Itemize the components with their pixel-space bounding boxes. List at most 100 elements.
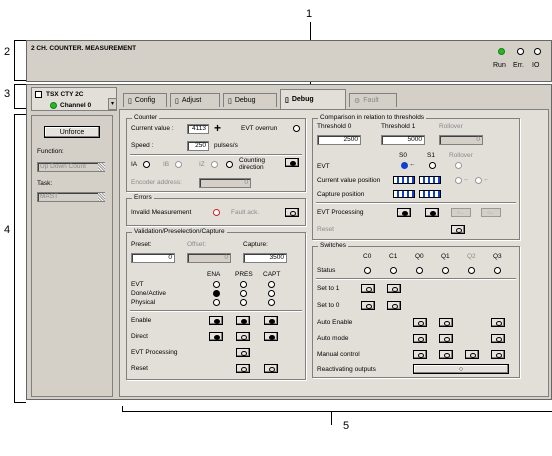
iz-led [211, 161, 218, 168]
direct-capt-button[interactable] [264, 332, 278, 341]
counting-direction-button[interactable] [285, 158, 299, 167]
current-position-arrow2-icon: ← [483, 176, 490, 183]
encoder-address-label: Encoder address: [131, 179, 182, 186]
callout-5: 5 [343, 420, 350, 432]
task-label: Task: [37, 180, 53, 187]
reset-capt-button[interactable] [264, 364, 278, 373]
capture-field: 3500 [243, 253, 287, 263]
switches-title: Switches [318, 242, 349, 249]
col-pres: PRES [235, 271, 253, 278]
enable-pres-button[interactable] [236, 316, 250, 325]
row-done-active: Done/Active [131, 290, 167, 297]
preset-field: 0 [131, 253, 175, 263]
manual-q2-button[interactable] [465, 350, 479, 359]
done-pres-led [240, 290, 247, 297]
evt-processing-rollover-button[interactable]: ○← [451, 208, 471, 217]
set0-c1-button[interactable] [387, 301, 401, 310]
auto-mode-q3-button[interactable] [491, 334, 505, 343]
adjust-icon: ▯ [175, 97, 179, 105]
direct-pres-button[interactable] [236, 332, 250, 341]
callout-1: 1 [306, 8, 313, 20]
evt-pres-led [240, 281, 247, 288]
auto-enable-q1-button[interactable] [439, 318, 453, 327]
unforce-button[interactable]: Unforce [44, 126, 100, 138]
evt-processing-s1-button[interactable] [425, 208, 439, 217]
current-value-label: Current value : [131, 125, 174, 132]
channel-label: Channel 0 [60, 102, 92, 109]
col-c0: C0 [363, 253, 372, 260]
ib-label: IB [163, 161, 170, 168]
physical-pres-led [240, 299, 247, 306]
evt-processing-label: EVT Processing [131, 349, 178, 356]
bracket-3-bottom [14, 108, 26, 109]
auto-mode-q1-button[interactable] [439, 334, 453, 343]
direct-ena-button[interactable] [209, 332, 223, 341]
fault-icon: ⚙ [354, 97, 361, 105]
evt-ena-led [213, 281, 220, 288]
run-label: Run [493, 62, 506, 69]
err-label: Err. [513, 62, 524, 69]
done-ena-led [213, 290, 220, 297]
chevron-down-icon[interactable]: ▾ [108, 98, 117, 110]
auto-enable-q3-button[interactable] [491, 318, 505, 327]
callout-2: 2 [4, 46, 11, 58]
comparison-title: Comparison in relation to thresholds [318, 114, 427, 121]
comp-evt-label: EVT [317, 163, 330, 170]
evt-processing-rollover2-button[interactable]: ○← [481, 208, 501, 217]
auto-mode-q0-button[interactable] [413, 334, 427, 343]
counting-direction-label: Counting direction [239, 157, 266, 171]
tab-adjust[interactable]: ▯ Adjust [170, 93, 220, 107]
reactivating-outputs-button[interactable]: ○ [413, 364, 509, 374]
evt-processing-button[interactable] [236, 348, 250, 357]
threshold0-label: Threshold 0 [317, 123, 352, 130]
set1-c1-button[interactable] [387, 284, 401, 293]
tab-config[interactable]: ▯ Config [123, 93, 167, 107]
s0-label: S0 [399, 152, 407, 159]
capture-position-label: Capture position [317, 191, 365, 198]
threshold1-label: Threshold 1 [381, 123, 416, 130]
rollover-label: Rollover [439, 123, 463, 130]
direct-label: Direct [131, 333, 148, 340]
bracket-3 [14, 84, 15, 108]
bracket-2-top [14, 40, 26, 41]
channel-selector[interactable]: TSX CTY 2C Channel 0 ▾ [31, 87, 117, 111]
s0-evt-led [401, 162, 408, 169]
config-icon: ▯ [128, 97, 132, 105]
manual-q3-button[interactable] [491, 350, 505, 359]
auto-enable-label: Auto Enable [317, 319, 353, 326]
enable-label: Enable [131, 317, 152, 324]
reset-pres-button[interactable] [236, 364, 250, 373]
current-position-rollover-led [455, 177, 462, 184]
manual-q0-button[interactable] [413, 350, 427, 359]
module-header: 2 CH. COUNTER. MEASUREMENT Run Err. IO [26, 40, 552, 82]
comp-reset-button[interactable] [451, 225, 465, 234]
ib-led [175, 161, 182, 168]
current-position-bar-1 [419, 176, 441, 184]
set0-c0-button[interactable] [361, 301, 375, 310]
debug-active-icon: ▯ [285, 96, 289, 104]
invalid-measurement-label: Invalid Measurement [131, 209, 192, 216]
set1-c0-button[interactable] [361, 284, 375, 293]
auto-enable-q0-button[interactable] [413, 318, 427, 327]
auto-mode-label: Auto mode [317, 335, 349, 342]
main-window: TSX CTY 2C Channel 0 ▾ ▯ Config ▯ Adjust ▯… [26, 84, 552, 400]
physical-ena-led [213, 299, 220, 306]
debug-content: Counter Current value : 4113 + EVT overr… [119, 109, 549, 397]
col-q2: Q2 [467, 253, 476, 260]
fault-ack-label: Fault ack. [231, 209, 260, 216]
status-c1-led [390, 267, 397, 274]
tab-fault[interactable]: ⚙ Fault [349, 93, 397, 107]
errors-group: Errors Invalid Measurement Fault ack. [126, 194, 306, 226]
channel-led [50, 102, 57, 109]
enable-capt-button[interactable] [264, 316, 278, 325]
tab-debug-active[interactable]: ▯ Debug [280, 89, 346, 109]
rollover2-label: Rollover [449, 152, 473, 159]
capture-position-bar-0 [393, 190, 415, 198]
rollover-evt-led [455, 162, 462, 169]
enable-ena-button[interactable] [209, 316, 223, 325]
fault-ack-button[interactable] [285, 208, 299, 217]
tab-debug-1[interactable]: ▯ Debug [223, 93, 277, 107]
evt-processing-s0-button[interactable] [397, 208, 411, 217]
offset-label: Offset: [187, 241, 207, 248]
manual-q1-button[interactable] [439, 350, 453, 359]
